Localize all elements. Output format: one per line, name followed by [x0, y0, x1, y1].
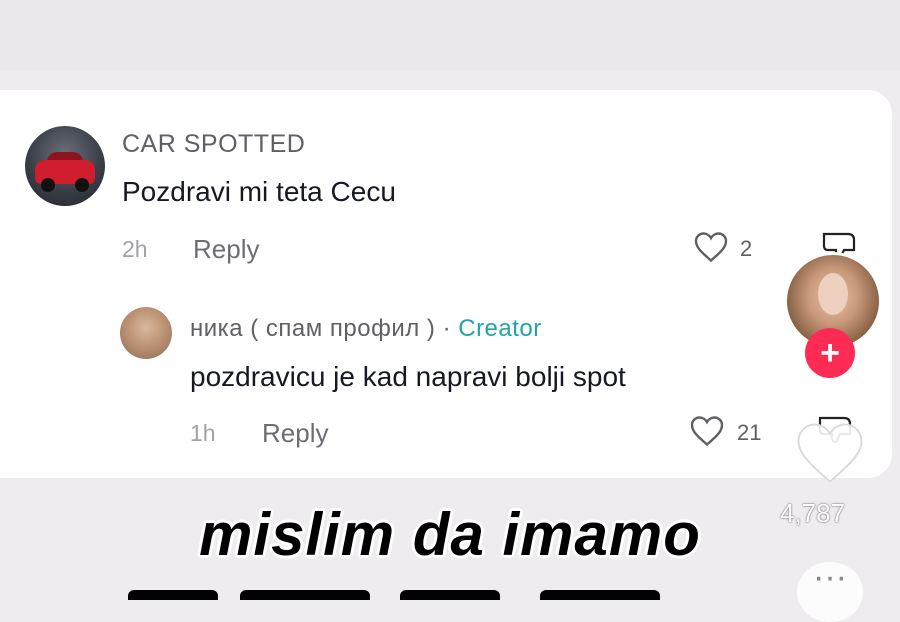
caption-text-fragment	[240, 590, 370, 600]
creator-badge: Creator	[458, 315, 542, 342]
avatar-face	[818, 273, 848, 315]
caption-text-fragment	[128, 590, 218, 600]
heart-icon[interactable]	[689, 414, 725, 448]
video-caption-line-2	[0, 578, 900, 600]
caption-text-fragment	[540, 590, 660, 600]
like-count: 21	[737, 420, 762, 445]
car-image-wheel	[41, 178, 55, 192]
reply-button[interactable]: Reply	[193, 234, 259, 265]
more-options-button[interactable]: ···	[797, 558, 863, 622]
car-image-wheel	[75, 178, 89, 192]
comment-timestamp: 2h	[122, 236, 148, 262]
video-caption-line-1: mislim da imamo	[199, 501, 701, 568]
separator-dot: ·	[442, 315, 452, 342]
commenter-avatar[interactable]	[25, 126, 105, 206]
comment-username[interactable]: CAR SPOTTED	[122, 130, 305, 159]
heart-icon[interactable]	[693, 230, 729, 264]
comment-text: Pozdravi mi teta Cecu	[122, 176, 396, 207]
reply-text: pozdravicu je kad napravi bolji spot	[190, 361, 626, 392]
plus-icon: +	[820, 333, 840, 372]
caption-text-fragment	[400, 590, 500, 600]
like-count: 2	[740, 236, 753, 261]
video-background-top	[0, 0, 900, 70]
follow-button[interactable]: +	[805, 328, 855, 378]
reply-username[interactable]: ника ( спам профил )	[190, 315, 435, 342]
reply-timestamp: 1h	[190, 420, 216, 446]
reply-button[interactable]: Reply	[262, 418, 328, 449]
heart-icon[interactable]	[794, 420, 866, 486]
reply-avatar[interactable]	[120, 307, 172, 359]
reply-username-line[interactable]: ника ( спам профил ) · Creator	[190, 315, 542, 343]
more-icon: ···	[813, 558, 847, 596]
